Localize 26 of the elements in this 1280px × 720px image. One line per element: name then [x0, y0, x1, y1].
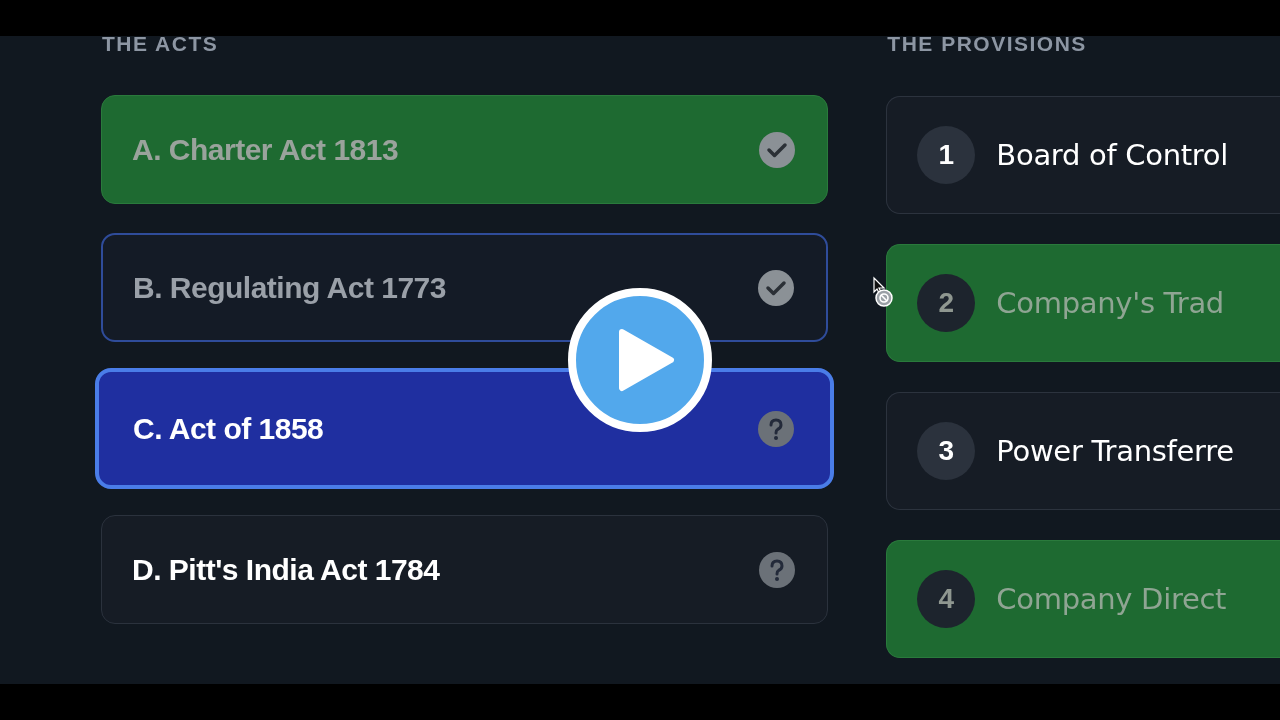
number-badge: 3: [917, 422, 976, 480]
number-badge: 2: [917, 274, 976, 332]
check-icon: [758, 269, 795, 306]
act-label: C. Act of 1858: [133, 411, 324, 446]
act-label: B. Regulating Act 1773: [133, 270, 446, 305]
help-icon: [759, 551, 796, 588]
help-icon: [758, 410, 795, 447]
number-badge: 1: [917, 126, 976, 184]
provision-text: Power Transferre: [996, 434, 1234, 468]
provision-card[interactable]: 2 Company's Trad: [886, 244, 1280, 362]
number-badge: 4: [917, 570, 976, 628]
provision-text: Company Direct: [996, 582, 1227, 616]
play-overlay[interactable]: [567, 287, 713, 433]
cursor-icon: [872, 276, 896, 310]
act-label: D. Pitt's India Act 1784: [132, 552, 440, 587]
provision-card[interactable]: 1 Board of Control: [886, 96, 1280, 214]
check-icon: [759, 131, 796, 168]
section-heading: THE ACTS: [102, 36, 220, 55]
section-heading: THE PROVISIONS: [887, 36, 1088, 55]
provision-card[interactable]: 3 Power Transferre: [886, 392, 1280, 510]
provision-text: Company's Trad: [996, 286, 1224, 320]
act-label: A. Charter Act 1813: [132, 132, 399, 167]
provision-text: Board of Control: [996, 138, 1228, 172]
act-card[interactable]: D. Pitt's India Act 1784: [101, 515, 829, 624]
provision-card[interactable]: 4 Company Direct: [886, 540, 1280, 658]
act-card[interactable]: B. Regulating Act 1773: [101, 233, 829, 342]
